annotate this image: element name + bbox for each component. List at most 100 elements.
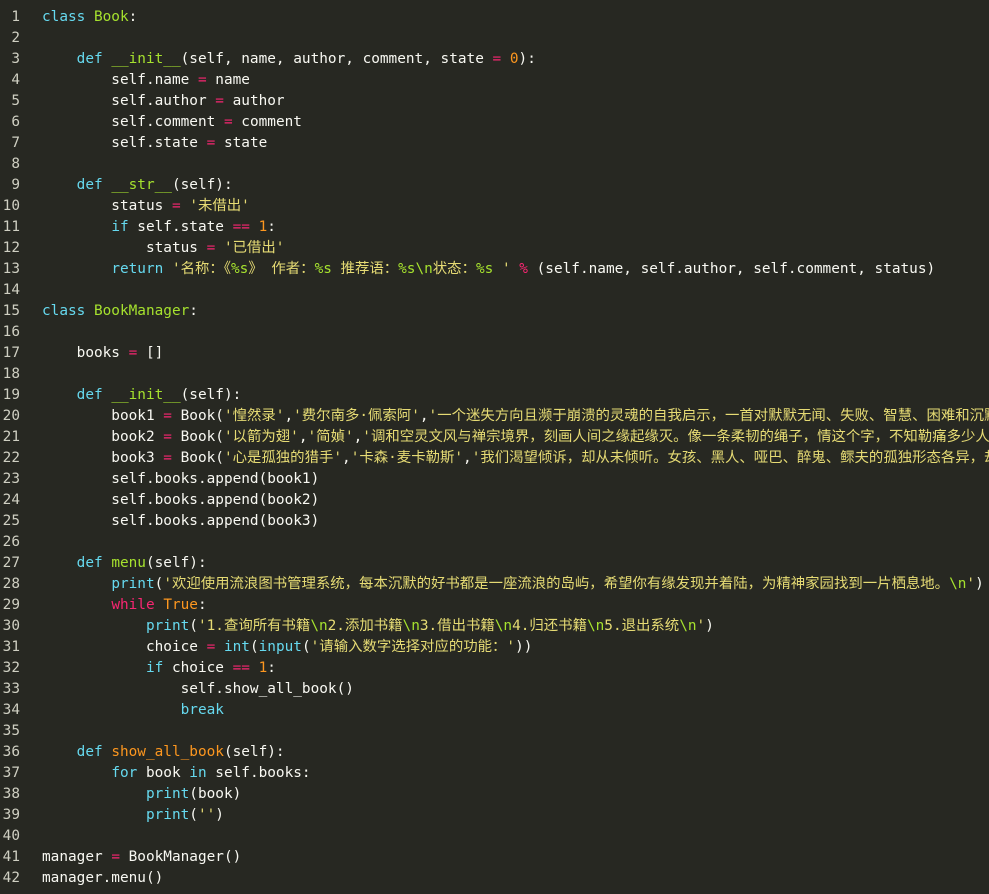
code-text[interactable]: print('1.查询所有书籍\n2.添加书籍\n3.借出书籍\n4.归还书籍\… [42, 616, 714, 637]
code-token: ) [975, 576, 984, 592]
code-token: %s [398, 261, 416, 277]
code-line[interactable]: 1 class Book: [0, 7, 989, 28]
code-lines[interactable]: 1 class Book: 2 3 def __init__(self, name, … [0, 7, 989, 887]
code-line[interactable]: 9 def __str__(self): [0, 175, 989, 196]
code-line[interactable]: 12 status = '已借出' [0, 238, 989, 259]
code-token: __str__ [111, 177, 172, 193]
code-line[interactable]: 18 [0, 364, 989, 385]
code-line[interactable]: 40 [0, 826, 989, 847]
code-line[interactable]: 37 for book in self.books: [0, 763, 989, 784]
code-line[interactable]: 39 print('') [0, 805, 989, 826]
line-number: 27 [2, 555, 20, 571]
code-text[interactable]: self.comment = comment [42, 112, 302, 133]
code-text[interactable]: for book in self.books: [42, 763, 310, 784]
code-token: %s [314, 261, 332, 277]
code-text[interactable]: class BookManager: [42, 301, 198, 322]
code-line[interactable]: 5 self.author = author [0, 91, 989, 112]
code-token: \n [679, 618, 697, 634]
code-text[interactable]: book3 = Book('心是孤独的猎手','卡森·麦卡勒斯','我们渴望倾诉… [42, 448, 989, 469]
code-token: self.name [42, 72, 198, 88]
code-text[interactable]: break [42, 700, 224, 721]
code-text[interactable]: def __init__(self): [42, 385, 242, 406]
code-line[interactable]: 13 return '名称：《%s》 作者：%s 推荐语：%s\n状态：%s '… [0, 259, 989, 280]
line-number: 30 [2, 618, 20, 634]
code-text[interactable]: self.name = name [42, 70, 250, 91]
code-text[interactable]: book2 = Book('以箭为翅','简媜','调和空灵文风与禅宗境界，刻画… [42, 427, 989, 448]
code-line[interactable]: 20 book1 = Book('惶然录','费尔南多·佩索阿','一个迷失方向… [0, 406, 989, 427]
code-editor[interactable]: 1 class Book: 2 3 def __init__(self, name, … [0, 7, 989, 887]
code-text[interactable]: manager = BookManager() [42, 847, 241, 868]
code-line[interactable]: 42 manager.menu() [0, 868, 989, 887]
code-text[interactable]: book1 = Book('惶然录','费尔南多·佩索阿','一个迷失方向且濒于… [42, 406, 989, 427]
code-text[interactable]: choice = int(input('请输入数字选择对应的功能：')) [42, 637, 532, 658]
code-line[interactable]: 32 if choice == 1: [0, 658, 989, 679]
code-line[interactable]: 28 print('欢迎使用流浪图书管理系统，每本沉默的好书都是一座流浪的岛屿，… [0, 574, 989, 595]
code-token: %s [475, 261, 494, 277]
code-line[interactable]: 19 def __init__(self): [0, 385, 989, 406]
code-text[interactable]: self.books.append(book3) [42, 511, 319, 532]
code-text[interactable]: def __str__(self): [42, 175, 233, 196]
code-line[interactable]: 3 def __init__(self, name, author, comme… [0, 49, 989, 70]
code-text[interactable]: self.books.append(book2) [42, 490, 319, 511]
code-text[interactable]: self.author = author [42, 91, 284, 112]
code-line[interactable]: 10 status = '未借出' [0, 196, 989, 217]
code-token: '卡森·麦卡勒斯' [350, 450, 464, 466]
code-line[interactable]: 16 [0, 322, 989, 343]
code-line[interactable]: 35 [0, 721, 989, 742]
code-line[interactable]: 21 book2 = Book('以箭为翅','简媜','调和空灵文风与禅宗境界… [0, 427, 989, 448]
code-text[interactable]: def show_all_book(self): [42, 742, 285, 763]
code-line[interactable]: 6 self.comment = comment [0, 112, 989, 133]
code-line[interactable]: 7 self.state = state [0, 133, 989, 154]
code-token: = [163, 408, 172, 424]
code-line[interactable]: 2 [0, 28, 989, 49]
code-token: = [111, 849, 120, 865]
code-line[interactable]: 14 [0, 280, 989, 301]
code-line[interactable]: 15 class BookManager: [0, 301, 989, 322]
code-token: = [206, 135, 216, 151]
code-text[interactable]: status = '已借出' [42, 238, 285, 259]
code-line[interactable]: 33 self.show_all_book() [0, 679, 989, 700]
code-line[interactable]: 41 manager = BookManager() [0, 847, 989, 868]
code-text[interactable]: if self.state == 1: [42, 217, 276, 238]
code-text[interactable]: return '名称：《%s》 作者：%s 推荐语：%s\n状态：%s ' % … [42, 259, 935, 280]
code-text[interactable]: while True: [42, 595, 206, 616]
code-text[interactable]: books = [] [42, 343, 164, 364]
code-line[interactable]: 31 choice = int(input('请输入数字选择对应的功能：')) [0, 637, 989, 658]
code-text[interactable]: manager.menu() [42, 868, 163, 887]
code-text[interactable]: class Book: [42, 7, 137, 28]
code-line[interactable]: 29 while True: [0, 595, 989, 616]
code-text[interactable]: def menu(self): [42, 553, 207, 574]
code-token: (self): [171, 177, 233, 193]
line-number: 5 [11, 93, 20, 109]
code-text[interactable]: self.show_all_book() [42, 679, 354, 700]
code-line[interactable]: 24 self.books.append(book2) [0, 490, 989, 511]
code-line[interactable]: 27 def menu(self): [0, 553, 989, 574]
code-line[interactable]: 23 self.books.append(book1) [0, 469, 989, 490]
code-token: self.books.append(book2) [42, 492, 320, 508]
code-token: self.state [128, 219, 233, 235]
code-line[interactable]: 38 print(book) [0, 784, 989, 805]
code-line[interactable]: 22 book3 = Book('心是孤独的猎手','卡森·麦卡勒斯','我们渴… [0, 448, 989, 469]
code-text[interactable]: status = '未借出' [42, 196, 250, 217]
code-text[interactable]: print('') [42, 805, 224, 826]
code-line[interactable]: 11 if self.state == 1: [0, 217, 989, 238]
code-text[interactable]: self.books.append(book1) [42, 469, 319, 490]
code-text[interactable]: print(book) [42, 784, 241, 805]
code-line[interactable]: 34 break [0, 700, 989, 721]
code-text[interactable]: print('欢迎使用流浪图书管理系统，每本沉默的好书都是一座流浪的岛屿，希望你… [42, 574, 984, 595]
code-line[interactable]: 17 books = [] [0, 343, 989, 364]
code-line[interactable]: 36 def show_all_book(self): [0, 742, 989, 763]
code-text[interactable]: def __init__(self, name, author, comment… [42, 49, 536, 70]
code-text[interactable]: self.state = state [42, 133, 267, 154]
code-text[interactable]: if choice == 1: [42, 658, 276, 679]
code-line[interactable]: 26 [0, 532, 989, 553]
code-line[interactable]: 25 self.books.append(book3) [0, 511, 989, 532]
code-line[interactable]: 8 [0, 154, 989, 175]
code-line[interactable]: 4 self.name = name [0, 70, 989, 91]
code-line[interactable]: 30 print('1.查询所有书籍\n2.添加书籍\n3.借出书籍\n4.归还… [0, 616, 989, 637]
line-number: 34 [2, 702, 20, 718]
code-token: menu [111, 555, 146, 571]
